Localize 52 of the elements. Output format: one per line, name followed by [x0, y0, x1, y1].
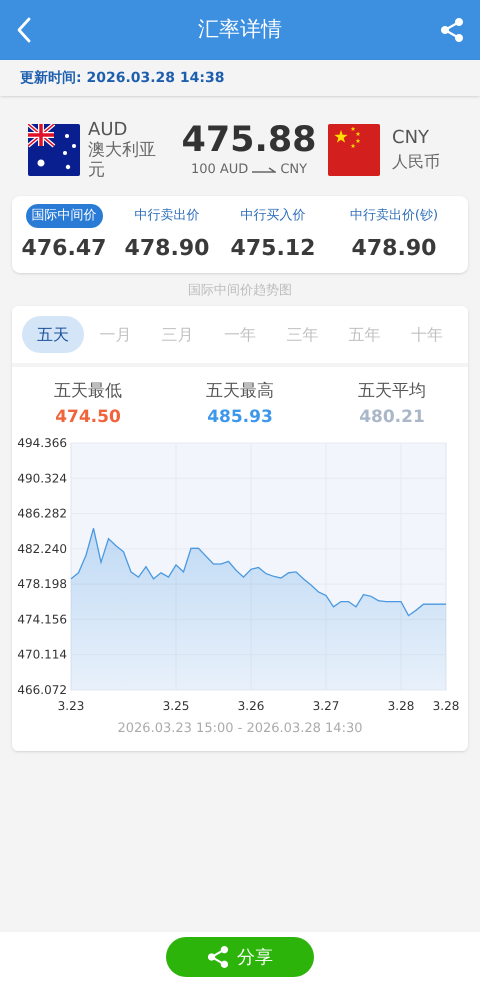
- share-button[interactable]: 分享: [166, 937, 314, 977]
- chart-title: 国际中间价趋势图: [187, 282, 293, 300]
- period-tab[interactable]: 五天: [22, 316, 84, 353]
- y-axis-label: 466.072: [17, 683, 67, 697]
- currency-name: 人民币: [392, 151, 441, 173]
- x-axis-label: 3.26: [238, 699, 264, 713]
- stat-label: 五天最高: [206, 380, 274, 403]
- stat-value: 474.50: [55, 406, 121, 428]
- rate-tab[interactable]: 国际中间价: [26, 204, 102, 228]
- stat-value: 480.21: [359, 406, 425, 428]
- flag-icon: [328, 124, 380, 176]
- stat-label: 五天最低: [54, 380, 122, 403]
- rate-tab[interactable]: 中行卖出价(钞): [344, 204, 444, 228]
- x-axis-label: 3.28: [388, 699, 414, 713]
- rate-value: 478.90: [124, 234, 210, 262]
- rate-value: 475.12: [230, 234, 316, 262]
- page-title: 汇率详情: [198, 16, 282, 44]
- currency-code: AUD: [88, 120, 128, 140]
- x-axis-label: 3.23: [58, 699, 84, 713]
- y-axis-label: 470.114: [17, 648, 67, 662]
- y-axis-label: 478.198: [17, 577, 67, 592]
- period-tab[interactable]: 五年: [334, 316, 396, 353]
- amount-label: 100 AUD: [190, 161, 248, 180]
- x-axis-label: 3.28: [432, 699, 460, 713]
- y-axis-label: 486.282: [17, 506, 67, 521]
- y-axis-label: 474.156: [17, 612, 67, 626]
- target-label: CNY: [280, 161, 308, 180]
- period-tab[interactable]: 三月: [146, 316, 209, 353]
- currency-name: 澳大利亚元: [88, 140, 157, 180]
- period-tab[interactable]: 十年: [396, 316, 458, 353]
- period-tab[interactable]: 一月: [84, 316, 146, 353]
- y-axis-label: 482.240: [17, 542, 67, 556]
- rate-value: 476.47: [22, 234, 106, 262]
- rate-value: 478.90: [352, 234, 436, 262]
- back-icon: [16, 17, 32, 43]
- stat-label: 五天平均: [358, 380, 426, 403]
- flag-icon: [28, 124, 80, 176]
- period-tab[interactable]: 一年: [208, 316, 271, 353]
- update-time: 更新时间: 2026.03.28 14:38: [20, 68, 224, 88]
- currency-code: CNY: [392, 126, 430, 150]
- x-axis-label: 3.27: [312, 699, 340, 713]
- x-axis-label: 3.25: [162, 699, 190, 713]
- y-axis-label: 490.324: [17, 471, 67, 486]
- share-icon: [440, 17, 464, 43]
- date-range: 2026.03.23 15:00 - 2026.03.28 14:30: [116, 720, 364, 738]
- y-axis-label: 494.366: [17, 436, 67, 450]
- rate-tab[interactable]: 中行买入价: [234, 204, 312, 228]
- period-tab[interactable]: 三年: [271, 316, 334, 353]
- exchange-rate: 475.88: [181, 120, 317, 160]
- share-icon: [207, 945, 229, 969]
- stat-value: 485.93: [207, 406, 273, 428]
- rate-tab[interactable]: 中行卖出价: [128, 204, 206, 228]
